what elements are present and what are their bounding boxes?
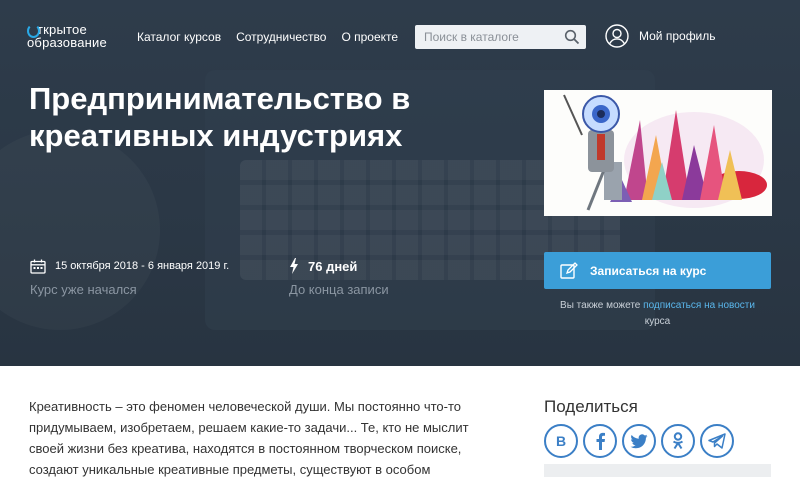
search-box <box>415 25 586 49</box>
share-vk-button[interactable]: В <box>544 424 578 458</box>
enrollment-deadline-block: 76 дней До конца записи <box>289 258 389 297</box>
twitter-icon <box>630 433 648 448</box>
course-illustration-graphic <box>563 94 767 211</box>
course-dates: 15 октября 2018 - 6 января 2019 г. <box>55 260 230 272</box>
telegram-icon <box>708 433 726 449</box>
hero-section: ткрытое образование Каталог курсов Сотру… <box>0 0 800 366</box>
subscribe-note-tail: курса <box>644 316 671 327</box>
share-twitter-button[interactable] <box>622 424 656 458</box>
subscribe-news-link[interactable]: подписаться на новости <box>643 300 755 311</box>
nav-cooperation[interactable]: Сотрудничество <box>236 30 326 44</box>
course-title: Предпринимательство в креативных индустр… <box>29 81 411 153</box>
edit-icon <box>560 261 578 279</box>
search-icon[interactable] <box>564 29 580 45</box>
hero-background-shape <box>0 130 160 330</box>
course-dates-block: 15 октября 2018 - 6 января 2019 г. Курс … <box>30 258 229 297</box>
vk-icon: В <box>556 434 566 448</box>
site-header: ткрытое образование Каталог курсов Сотру… <box>0 0 800 74</box>
share-panel <box>544 464 771 477</box>
days-left-caption: До конца записи <box>289 282 389 297</box>
calendar-icon <box>30 259 46 274</box>
profile-label: Мой профиль <box>639 29 716 43</box>
enroll-button[interactable]: Записаться на курс <box>544 252 771 289</box>
share-odnoklassniki-button[interactable] <box>661 424 695 458</box>
subscribe-note: Вы также можете подписаться на новости к… <box>544 298 771 330</box>
logo-line-1: ткрытое <box>27 23 107 38</box>
enroll-label: Записаться на курс <box>590 263 707 278</box>
course-status: Курс уже начался <box>30 282 137 297</box>
course-illustration <box>544 90 772 216</box>
course-description: Креативность – это феномен человеческой … <box>29 399 469 477</box>
svg-text:В: В <box>556 434 566 448</box>
days-left: 76 дней <box>308 258 358 274</box>
share-telegram-button[interactable] <box>700 424 734 458</box>
share-title: Поделиться <box>544 397 638 416</box>
subscribe-note-text: Вы также можете <box>560 300 641 311</box>
profile-link[interactable]: Мой профиль <box>605 24 716 48</box>
main-nav: Каталог курсов Сотрудничество О проекте <box>137 30 413 44</box>
logo-line-2: образование <box>27 35 107 50</box>
odnoklassniki-icon <box>672 432 684 450</box>
nav-about[interactable]: О проекте <box>341 30 398 44</box>
user-icon <box>605 24 629 48</box>
lightning-icon <box>290 258 298 274</box>
share-buttons: В <box>544 424 734 458</box>
nav-catalog[interactable]: Каталог курсов <box>137 30 221 44</box>
site-logo[interactable]: ткрытое образование <box>27 23 107 49</box>
share-facebook-button[interactable] <box>583 424 617 458</box>
search-input[interactable] <box>415 25 560 49</box>
facebook-icon <box>596 432 605 450</box>
